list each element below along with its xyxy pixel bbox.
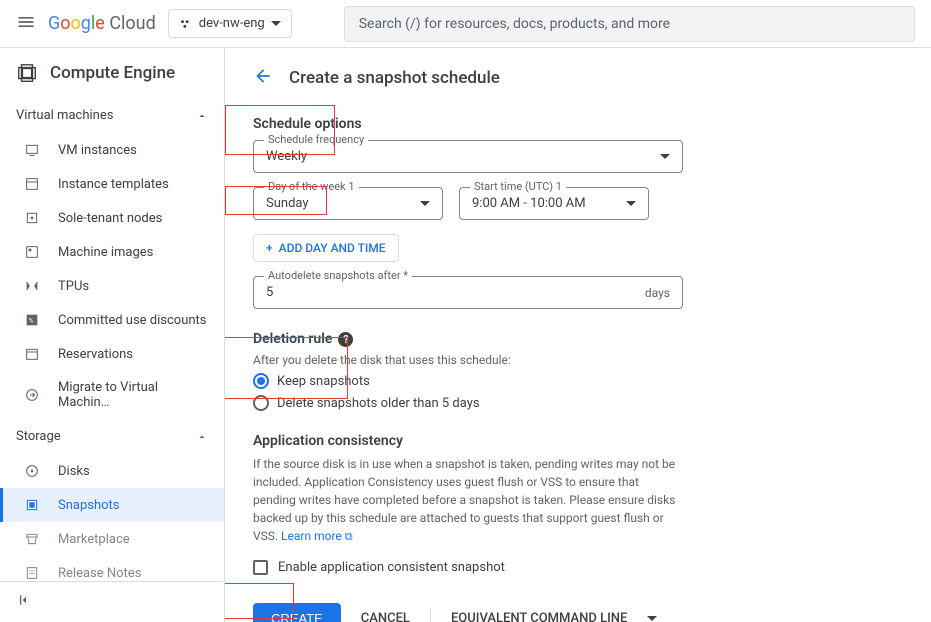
nav-instance-templates[interactable]: Instance templates — [0, 167, 224, 201]
calendar-icon — [24, 346, 40, 362]
nav-migrate[interactable]: Migrate to Virtual Machin… — [0, 371, 224, 419]
checkbox-icon — [253, 560, 268, 575]
plus-icon: + — [266, 241, 273, 255]
nav-disks[interactable]: Disks — [0, 454, 224, 488]
project-name: dev-nw-eng — [199, 16, 265, 31]
nav-snapshots[interactable]: Snapshots — [0, 488, 224, 522]
nav-reservations[interactable]: Reservations — [0, 337, 224, 371]
external-link-icon: ⧉ — [345, 530, 353, 543]
tpu-icon — [24, 278, 40, 294]
discount-icon: % — [24, 312, 40, 328]
radio-delete-older[interactable]: Delete snapshots older than 5 days — [253, 395, 903, 411]
start-time-select[interactable]: Start time (UTC) 1 9:00 AM - 10:00 AM — [459, 187, 649, 220]
chevron-up-icon — [196, 110, 208, 122]
svg-text:%: % — [29, 317, 34, 325]
global-header: Google Cloud dev-nw-eng Search (/) for r… — [0, 0, 931, 48]
chevron-down-icon — [660, 154, 670, 159]
chevron-up-icon — [196, 431, 208, 443]
divider — [430, 608, 431, 622]
help-icon[interactable]: ? — [338, 332, 353, 347]
disk-icon — [24, 463, 40, 479]
schedule-options-title: Schedule options — [253, 116, 362, 132]
application-consistency-desc: If the source disk is in use when a snap… — [253, 455, 683, 546]
autodelete-input[interactable]: Autodelete snapshots after * 5 days — [253, 276, 683, 309]
add-day-and-time-button[interactable]: + ADD DAY AND TIME — [253, 234, 399, 262]
page-title: Create a snapshot schedule — [289, 68, 500, 88]
collapse-sidebar-button[interactable] — [0, 581, 224, 622]
equivalent-command-line-button[interactable]: EQUIVALENT COMMAND LINE — [451, 611, 627, 622]
learn-more-link[interactable]: Learn more ⧉ — [281, 529, 353, 543]
chevron-down-icon[interactable] — [647, 616, 657, 621]
search-input[interactable]: Search (/) for resources, docs, products… — [344, 6, 915, 42]
create-button[interactable]: CREATE — [253, 603, 341, 622]
snapshot-icon — [24, 497, 40, 513]
deletion-rule-title: Deletion rule ? — [253, 331, 353, 347]
notes-icon — [24, 565, 40, 581]
product-header[interactable]: Compute Engine — [0, 48, 224, 98]
tenant-icon — [24, 210, 40, 226]
day-of-week-select[interactable]: Day of the week 1 Sunday — [253, 187, 443, 220]
nav-machine-images[interactable]: Machine images — [0, 235, 224, 269]
deletion-rule-desc: After you delete the disk that uses this… — [253, 353, 903, 367]
cancel-button[interactable]: CANCEL — [361, 611, 410, 622]
application-consistency-title: Application consistency — [253, 433, 903, 449]
main-content: Create a snapshot schedule Schedule opti… — [225, 48, 931, 622]
chevron-down-icon — [626, 201, 636, 206]
template-icon — [24, 176, 40, 192]
radio-icon — [253, 395, 269, 411]
nav-committed-use[interactable]: %Committed use discounts — [0, 303, 224, 337]
vm-icon — [24, 142, 40, 158]
page-header: Create a snapshot schedule — [253, 48, 903, 108]
back-arrow-icon[interactable] — [253, 66, 273, 90]
schedule-frequency-select[interactable]: Schedule frequency Weekly — [253, 140, 683, 173]
sidebar: Compute Engine Virtual machines VM insta… — [0, 48, 225, 622]
radio-icon — [253, 373, 269, 389]
nav-tpus[interactable]: TPUs — [0, 269, 224, 303]
chevron-down-icon — [271, 21, 281, 26]
project-selector[interactable]: dev-nw-eng — [168, 9, 292, 38]
nav-vm-instances[interactable]: VM instances — [0, 133, 224, 167]
image-icon — [24, 244, 40, 260]
nav-sole-tenant[interactable]: Sole-tenant nodes — [0, 201, 224, 235]
nav-marketplace[interactable]: Marketplace — [0, 522, 224, 556]
migrate-icon — [24, 387, 40, 403]
section-virtual-machines[interactable]: Virtual machines — [0, 98, 224, 133]
radio-keep-snapshots[interactable]: Keep snapshots — [253, 373, 903, 389]
google-cloud-logo[interactable]: Google Cloud — [48, 13, 156, 34]
chevron-down-icon — [420, 201, 430, 206]
action-bar: CREATE CANCEL EQUIVALENT COMMAND LINE — [253, 603, 903, 622]
menu-icon[interactable] — [16, 12, 36, 36]
enable-app-consistent-checkbox[interactable]: Enable application consistent snapshot — [253, 560, 903, 575]
deletion-rule-section: Deletion rule ? After you delete the dis… — [253, 331, 903, 411]
marketplace-icon — [24, 531, 40, 547]
section-storage[interactable]: Storage — [0, 419, 224, 454]
